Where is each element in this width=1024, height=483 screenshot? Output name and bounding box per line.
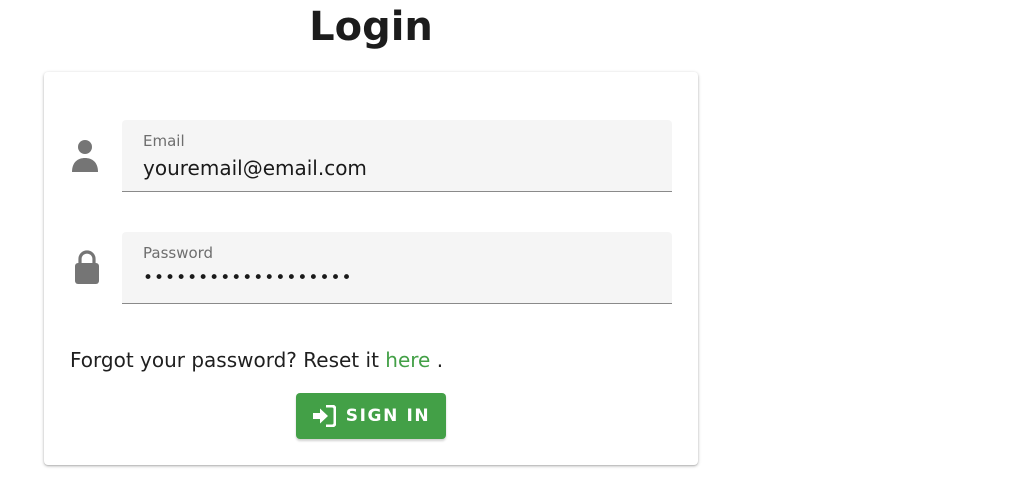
login-card: Email Password ••••••••••••••••••• Forgo…	[44, 72, 698, 465]
login-icon	[312, 405, 336, 427]
forgot-prefix: Forgot your password? Reset it	[70, 348, 386, 372]
password-label: Password	[143, 244, 214, 262]
sign-in-button[interactable]: SIGN IN	[296, 393, 446, 439]
password-input[interactable]: •••••••••••••••••••	[143, 268, 653, 288]
reset-password-link[interactable]: here	[385, 348, 430, 372]
page-title: Login	[309, 4, 433, 50]
person-icon	[72, 140, 98, 172]
forgot-password-text: Forgot your password? Reset it here .	[70, 348, 443, 372]
sign-in-label: SIGN IN	[345, 406, 431, 426]
password-field[interactable]: Password •••••••••••••••••••	[122, 232, 672, 304]
lock-icon	[75, 250, 99, 284]
email-field[interactable]: Email	[122, 120, 672, 192]
email-label: Email	[143, 132, 185, 150]
forgot-suffix: .	[430, 348, 444, 372]
email-input[interactable]	[143, 156, 653, 180]
